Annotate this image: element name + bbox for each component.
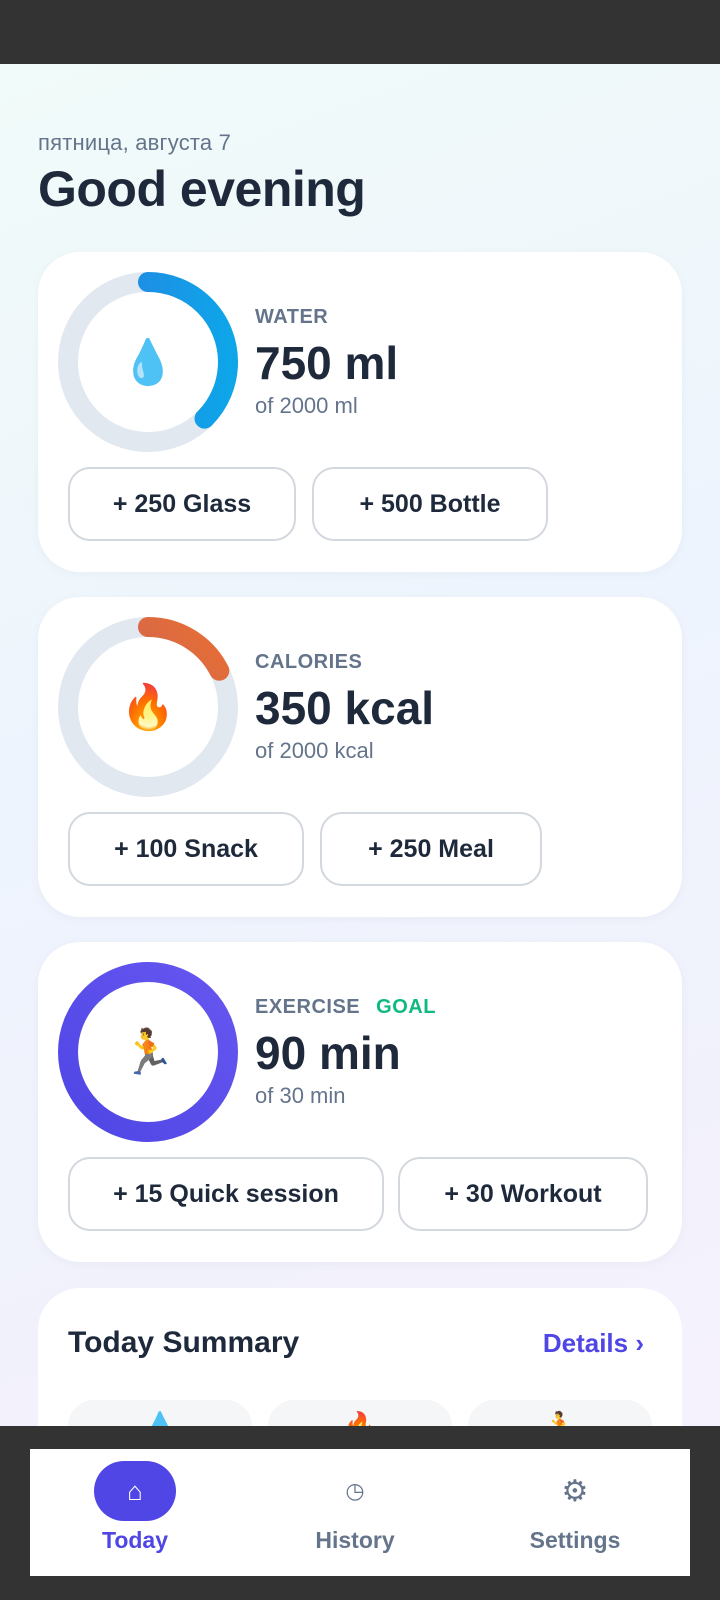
calories-progress-ring: 🔥 <box>58 617 238 797</box>
water-progress-ring: 💧 <box>58 272 238 452</box>
clock-icon: ◷ <box>345 1478 365 1503</box>
exercise-progress-ring: 🏃 <box>58 962 238 1142</box>
greeting-title: Good evening <box>38 161 366 217</box>
summary-tile-water[interactable]: 💧 <box>68 1400 252 1426</box>
nav-settings-label: Settings <box>529 1527 621 1553</box>
water-drop-icon: 💧 <box>120 338 176 387</box>
date-label: пятница, августа 7 <box>38 130 232 155</box>
add-bottle-button[interactable]: + 500 Bottle <box>312 467 548 541</box>
exercise-label: EXERCISE <box>255 996 361 1018</box>
add-glass-button[interactable]: + 250 Glass <box>68 467 296 541</box>
add-workout-button[interactable]: + 30 Workout <box>398 1157 648 1231</box>
bottom-navigation-bar: ⌂ Today ◷ History ⚙ Settings <box>30 1449 690 1576</box>
add-snack-button[interactable]: + 100 Snack <box>68 812 304 886</box>
calories-target: of 2000 kcal <box>255 738 374 763</box>
nav-history-label: History <box>315 1527 395 1553</box>
nav-today-label: Today <box>101 1527 169 1553</box>
summary-tile-calories[interactable]: 🔥 <box>268 1400 452 1426</box>
running-person-icon: 🏃 <box>120 1028 176 1077</box>
exercise-card: 🏃 EXERCISE GOAL 90 min of 30 min + 15 Qu… <box>38 942 682 1262</box>
summary-tile-exercise[interactable]: 🏃 <box>468 1400 652 1426</box>
app-screen: пятница, августа 7 Good evening 💧 WATER … <box>0 64 720 1426</box>
water-target: of 2000 ml <box>255 393 358 418</box>
add-quick-session-button[interactable]: + 15 Quick session <box>68 1157 384 1231</box>
running-person-icon: 🏃 <box>468 1410 652 1426</box>
exercise-value: 90 min <box>255 1027 401 1079</box>
water-value: 750 ml <box>255 337 399 389</box>
water-drop-icon: 💧 <box>68 1410 252 1426</box>
water-label: WATER <box>255 306 329 328</box>
nav-item-settings[interactable]: ⚙ Settings <box>470 1449 690 1576</box>
exercise-target: of 30 min <box>255 1083 346 1108</box>
goal-badge: GOAL <box>376 996 436 1018</box>
nav-item-history[interactable]: ◷ History <box>250 1449 470 1576</box>
status-bar <box>0 0 720 64</box>
fire-icon: 🔥 <box>268 1410 452 1426</box>
details-link[interactable]: Details › <box>543 1328 644 1359</box>
nav-history-indicator[interactable]: ◷ <box>314 1461 396 1521</box>
nav-settings-indicator[interactable]: ⚙ <box>534 1461 616 1521</box>
gear-icon: ⚙ <box>561 1474 589 1508</box>
home-icon: ⌂ <box>127 1475 143 1506</box>
today-summary-card: Today Summary Details › 💧 🔥 🏃 <box>38 1288 682 1426</box>
bottom-navigation: ⌂ Today ◷ History ⚙ Settings <box>0 1426 720 1600</box>
calories-card: 🔥 CALORIES 350 kcal of 2000 kcal + 100 S… <box>38 597 682 917</box>
add-meal-button[interactable]: + 250 Meal <box>320 812 542 886</box>
summary-title: Today Summary <box>68 1326 300 1359</box>
fire-icon: 🔥 <box>120 683 176 732</box>
nav-item-today[interactable]: ⌂ Today <box>30 1449 250 1576</box>
nav-today-indicator[interactable]: ⌂ <box>94 1461 176 1521</box>
calories-label: CALORIES <box>255 651 363 673</box>
water-card: 💧 WATER 750 ml of 2000 ml + 250 Glass + … <box>38 252 682 572</box>
calories-value: 350 kcal <box>255 682 435 734</box>
